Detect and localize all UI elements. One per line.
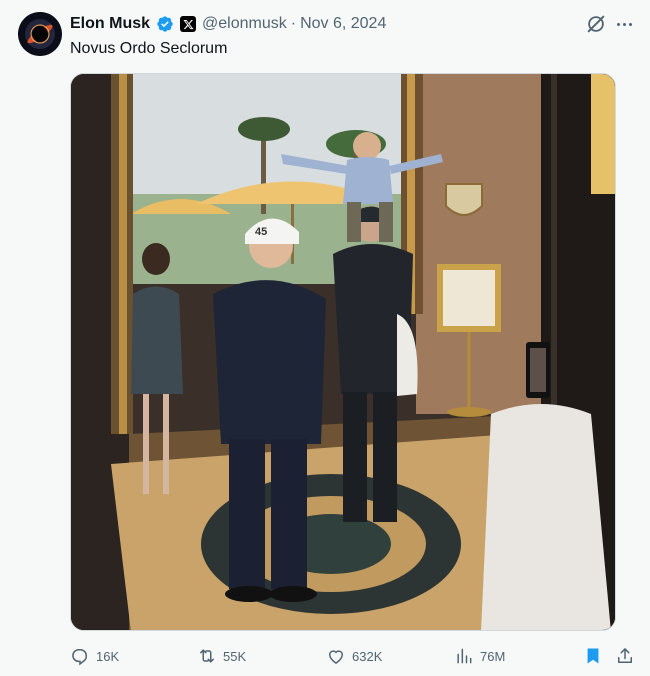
more-icon[interactable] [612,13,636,35]
tweet-photo[interactable]: 45 [70,73,616,631]
hat-text: 45 [255,226,267,238]
avatar[interactable] [18,12,62,56]
separator-dot: · [290,15,297,32]
author-line: Elon Musk @elonmusk · Nov 6, 2024 [70,13,386,35]
author-handle[interactable]: @elonmusk [202,15,287,33]
view-count: 76M [480,648,506,664]
tweet-date[interactable]: Nov 6, 2024 [300,15,386,33]
repost-count: 55K [223,648,247,664]
like-count: 632K [352,648,383,664]
bookmark-button[interactable] [583,643,603,669]
repost-button[interactable]: 55K [197,643,246,669]
x-logo-icon[interactable] [180,16,197,32]
reply-button[interactable]: 16K [70,643,119,669]
verified-badge-icon[interactable] [156,15,174,33]
views-icon [457,648,472,664]
heart-icon [328,650,344,664]
action-bar: 16K 55K 632K 76M [70,643,640,669]
photo-scene: 45 [71,74,615,630]
share-button[interactable] [615,643,635,669]
reply-icon [72,649,88,666]
grok-icon[interactable] [585,13,607,35]
tweet-text: Novus Ordo Seclorum [70,40,228,57]
author-name[interactable]: Elon Musk [70,15,150,33]
views-button[interactable]: 76M [454,643,505,669]
repost-icon [200,649,214,663]
share-icon [618,648,632,663]
tweet-card: Elon Musk @elonmusk · Nov 6, 2024 Novus … [0,0,650,676]
like-button[interactable]: 632K [326,643,382,669]
bookmark-icon [587,648,599,664]
reply-count: 16K [96,648,120,664]
avatar-image [18,12,62,56]
